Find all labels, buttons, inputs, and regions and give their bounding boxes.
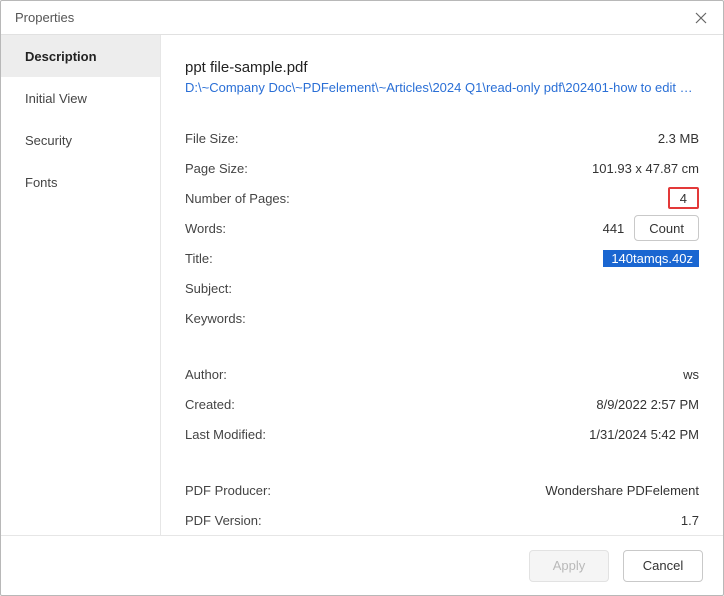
- label-modified: Last Modified:: [185, 427, 385, 442]
- close-icon: [695, 12, 707, 24]
- value-producer: Wondershare PDFelement: [385, 483, 699, 498]
- label-file-size: File Size:: [185, 131, 385, 146]
- document-path[interactable]: D:\~Company Doc\~PDFelement\~Articles\20…: [185, 80, 699, 95]
- label-pages: Number of Pages:: [185, 191, 385, 206]
- value-file-size: 2.3 MB: [385, 131, 699, 146]
- label-title: Title:: [185, 251, 385, 266]
- value-title: [385, 250, 699, 267]
- titlebar: Properties: [1, 1, 723, 35]
- dialog-footer: Apply Cancel: [1, 535, 723, 595]
- sidebar-item-label: Initial View: [25, 91, 87, 106]
- document-title: ppt file-sample.pdf: [185, 59, 699, 76]
- close-button[interactable]: [689, 6, 713, 30]
- title-input[interactable]: [603, 250, 699, 267]
- row-page-size: Page Size: 101.93 x 47.87 cm: [185, 153, 699, 183]
- sidebar-item-label: Description: [25, 49, 97, 64]
- label-author: Author:: [185, 367, 385, 382]
- words-count: 441: [603, 221, 625, 236]
- row-file-size: File Size: 2.3 MB: [185, 123, 699, 153]
- row-modified: Last Modified: 1/31/2024 5:42 PM: [185, 419, 699, 449]
- value-author[interactable]: ws: [385, 367, 699, 382]
- sidebar-item-fonts[interactable]: Fonts: [1, 161, 160, 203]
- label-words: Words:: [185, 221, 385, 236]
- pages-highlight: 4: [668, 187, 699, 209]
- value-version: 1.7: [385, 513, 699, 528]
- sidebar-item-initial-view[interactable]: Initial View: [1, 77, 160, 119]
- value-modified: 1/31/2024 5:42 PM: [385, 427, 699, 442]
- label-keywords: Keywords:: [185, 311, 385, 326]
- properties-list: File Size: 2.3 MB Page Size: 101.93 x 47…: [185, 123, 699, 535]
- row-pages: Number of Pages: 4: [185, 183, 699, 213]
- row-created: Created: 8/9/2022 2:57 PM: [185, 389, 699, 419]
- value-pages: 4: [385, 187, 699, 209]
- sidebar-item-description[interactable]: Description: [1, 35, 160, 77]
- label-page-size: Page Size:: [185, 161, 385, 176]
- count-button[interactable]: Count: [634, 215, 699, 241]
- row-producer: PDF Producer: Wondershare PDFelement: [185, 475, 699, 505]
- label-version: PDF Version:: [185, 513, 385, 528]
- row-keywords: Keywords:: [185, 303, 699, 333]
- main-panel: ppt file-sample.pdf D:\~Company Doc\~PDF…: [161, 35, 723, 535]
- sidebar-item-label: Fonts: [25, 175, 58, 190]
- sidebar-item-security[interactable]: Security: [1, 119, 160, 161]
- value-words: 441 Count: [385, 215, 699, 241]
- row-author: Author: ws: [185, 359, 699, 389]
- label-producer: PDF Producer:: [185, 483, 385, 498]
- apply-button: Apply: [529, 550, 609, 582]
- properties-dialog: Properties Description Initial View Secu…: [0, 0, 724, 596]
- sidebar: Description Initial View Security Fonts: [1, 35, 161, 535]
- cancel-button[interactable]: Cancel: [623, 550, 703, 582]
- value-created: 8/9/2022 2:57 PM: [385, 397, 699, 412]
- row-version: PDF Version: 1.7: [185, 505, 699, 535]
- row-title: Title:: [185, 243, 699, 273]
- row-words: Words: 441 Count: [185, 213, 699, 243]
- dialog-body: Description Initial View Security Fonts …: [1, 35, 723, 535]
- value-page-size: 101.93 x 47.87 cm: [385, 161, 699, 176]
- sidebar-item-label: Security: [25, 133, 72, 148]
- label-created: Created:: [185, 397, 385, 412]
- label-subject: Subject:: [185, 281, 385, 296]
- row-subject: Subject:: [185, 273, 699, 303]
- window-title: Properties: [15, 10, 74, 25]
